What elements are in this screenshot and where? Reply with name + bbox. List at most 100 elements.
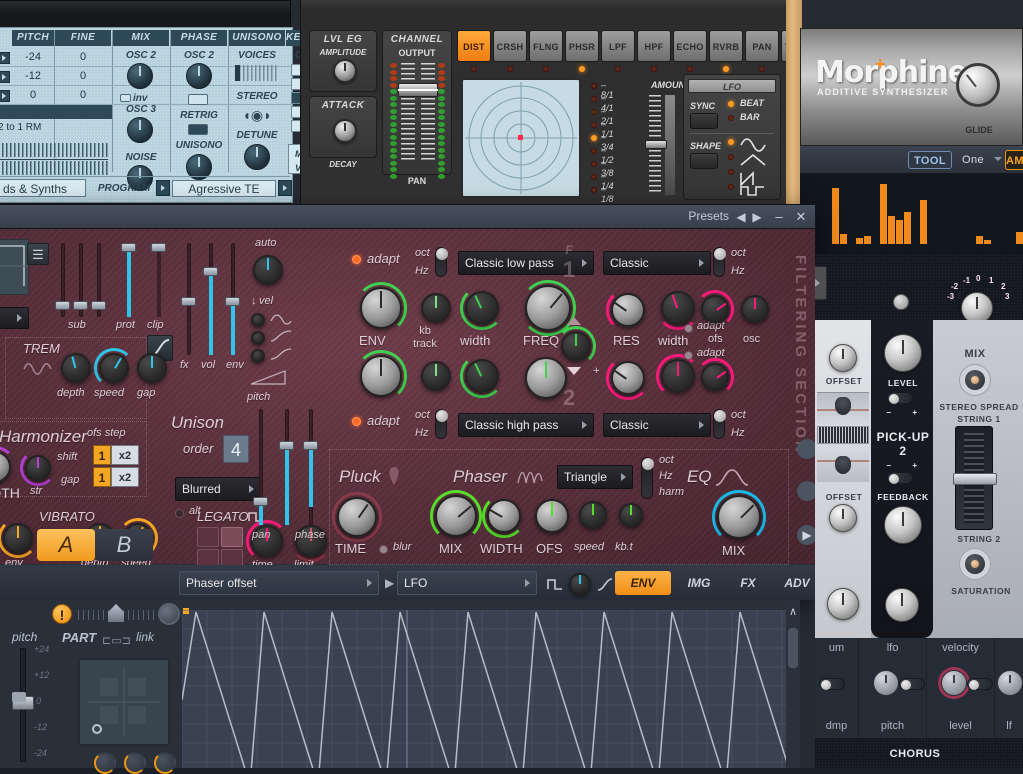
unison-pitch-thumb[interactable] bbox=[279, 441, 294, 450]
envelope-display[interactable] bbox=[0, 239, 29, 295]
pluck-blur-radio[interactable] bbox=[379, 545, 388, 554]
minimize-button[interactable]: – bbox=[771, 209, 787, 225]
param-dropdown[interactable]: Phaser offset bbox=[179, 571, 379, 595]
rate-led-1-2[interactable] bbox=[591, 148, 597, 154]
sylenth-phase-osc2-knob[interactable] bbox=[186, 63, 212, 89]
mod-switch-pitch[interactable] bbox=[899, 678, 925, 690]
chevron-down-icon[interactable] bbox=[994, 157, 1002, 161]
mod-knob-lf[interactable] bbox=[997, 670, 1023, 696]
tab-b[interactable]: B bbox=[95, 529, 153, 561]
legato-mode-1[interactable] bbox=[197, 527, 219, 547]
bar-led[interactable] bbox=[728, 115, 734, 121]
filter1-env-knob[interactable] bbox=[360, 287, 402, 329]
fl-knob-3[interactable] bbox=[154, 752, 176, 774]
prot-thumb[interactable] bbox=[121, 243, 136, 252]
phaser-width-knob[interactable] bbox=[487, 499, 521, 533]
unison-mode-dropdown[interactable]: Blurred bbox=[175, 477, 261, 501]
sylenth-retrig-toggle[interactable] bbox=[188, 124, 208, 135]
effect-led-phsr[interactable] bbox=[579, 66, 585, 72]
effect-led-lpf[interactable] bbox=[615, 66, 621, 72]
step-shape-icon[interactable] bbox=[547, 576, 563, 592]
sylenth-program-next[interactable] bbox=[278, 180, 292, 196]
harmonizer-str-knob[interactable] bbox=[25, 455, 51, 481]
filter1-res-knob[interactable] bbox=[611, 293, 645, 327]
unison-order-value[interactable]: 4 bbox=[223, 435, 249, 463]
rate-led-1-8[interactable] bbox=[591, 187, 597, 193]
window-titlebar[interactable]: Presets ◀ ▶ – ✕ bbox=[0, 205, 815, 229]
effect-led-echo[interactable] bbox=[687, 66, 693, 72]
sylenth-bank-field[interactable]: ds & Synths bbox=[0, 179, 86, 197]
trem-speed-knob[interactable] bbox=[99, 353, 129, 383]
gray-extra-knob-2[interactable] bbox=[885, 588, 919, 622]
spectrum-display[interactable] bbox=[800, 174, 1023, 254]
effect-tab-hpf[interactable]: HPF bbox=[637, 30, 671, 62]
pluck-time-knob[interactable] bbox=[337, 497, 377, 537]
lfo-shape-icon[interactable]: ∧ bbox=[786, 602, 800, 622]
shift-value[interactable]: 1 bbox=[93, 445, 111, 465]
filter2-freq-knob[interactable] bbox=[525, 357, 567, 399]
tab-env[interactable]: ENV bbox=[615, 571, 671, 595]
sub-thumb-1[interactable] bbox=[55, 301, 70, 310]
mod-switch-level[interactable] bbox=[967, 678, 993, 690]
rate-led-1-4[interactable] bbox=[591, 174, 597, 180]
gap-value[interactable]: 1 bbox=[93, 467, 111, 487]
rate-led-1-1[interactable] bbox=[591, 122, 597, 128]
source-dropdown[interactable]: LFO bbox=[397, 571, 537, 595]
sylenth-voices-bar[interactable] bbox=[235, 65, 279, 81]
harmonizer-width-knob[interactable] bbox=[0, 451, 11, 483]
preset-prev-icon[interactable]: ◀ bbox=[735, 210, 747, 224]
filter2-adapt-radio[interactable] bbox=[352, 417, 361, 426]
sync-button[interactable] bbox=[690, 113, 718, 129]
filter-routing-knob[interactable] bbox=[561, 331, 591, 361]
shift-mult[interactable]: x2 bbox=[111, 445, 139, 465]
filter2-right-toggle[interactable] bbox=[713, 409, 725, 439]
fl-xy-handle[interactable] bbox=[92, 724, 102, 734]
auto-knob[interactable] bbox=[253, 255, 283, 285]
options-button[interactable] bbox=[893, 294, 909, 310]
unison-pan-thumb[interactable] bbox=[253, 497, 268, 506]
env-thumb[interactable] bbox=[225, 297, 240, 306]
part-led[interactable]: ! bbox=[52, 604, 72, 624]
pickup-position-2[interactable] bbox=[817, 448, 869, 482]
string-fader-cap[interactable] bbox=[953, 473, 997, 485]
effect-led-flng[interactable] bbox=[543, 66, 549, 72]
effect-led-crsh[interactable] bbox=[507, 66, 513, 72]
amplitude-knob[interactable] bbox=[333, 59, 357, 83]
fl-knob-1[interactable] bbox=[94, 752, 116, 774]
unison-phase-thumb[interactable] bbox=[303, 441, 318, 450]
legato-mode-2[interactable] bbox=[221, 527, 243, 547]
mod-knob-level[interactable] bbox=[941, 670, 967, 696]
string-fader[interactable] bbox=[955, 426, 993, 530]
lfo-envelope-graph[interactable]: ∧ bbox=[182, 600, 800, 768]
phaser-kbt-knob[interactable] bbox=[619, 503, 643, 527]
sylenth-fine-2[interactable]: 0 bbox=[55, 70, 111, 82]
effect-tab-lpf[interactable]: LPF bbox=[601, 30, 635, 62]
effect-tab-rvrb[interactable]: RVRB bbox=[709, 30, 743, 62]
saturation-pot[interactable] bbox=[959, 548, 991, 580]
sylenth-program-prev[interactable] bbox=[156, 180, 170, 196]
shape-button[interactable] bbox=[690, 153, 718, 169]
sub-thumb-3[interactable] bbox=[91, 301, 106, 310]
effect-tab-flng[interactable]: FLNG bbox=[529, 30, 563, 62]
offset-knob-bottom[interactable] bbox=[829, 504, 857, 532]
filter1-osc-knob[interactable] bbox=[741, 295, 769, 323]
attack-knob[interactable] bbox=[333, 119, 357, 143]
effect-led-pan[interactable] bbox=[759, 66, 765, 72]
glide-knob[interactable] bbox=[956, 63, 1000, 107]
shape-saw-led[interactable] bbox=[728, 169, 734, 175]
shape-sine-led[interactable] bbox=[728, 139, 734, 145]
presets-label[interactable]: Presets bbox=[688, 209, 729, 223]
mod-knob-pitch[interactable] bbox=[873, 670, 899, 696]
gap-mult[interactable]: x2 bbox=[111, 467, 139, 487]
effect-tab-dist[interactable]: DIST bbox=[457, 30, 491, 62]
filter1-oct-hz-toggle[interactable] bbox=[435, 247, 447, 277]
tool-button[interactable]: TOOL bbox=[908, 151, 952, 169]
trem-depth-knob[interactable] bbox=[61, 353, 91, 383]
res2-type-dropdown[interactable]: Classic bbox=[603, 413, 711, 437]
feedback-knob[interactable] bbox=[884, 506, 922, 544]
beat-led[interactable] bbox=[728, 101, 734, 107]
filter1-reswidth-knob[interactable] bbox=[661, 291, 695, 325]
effect-tab-phsr[interactable]: PHSR bbox=[565, 30, 599, 62]
sylenth-pitch-1[interactable]: -24 bbox=[12, 51, 54, 63]
filter2-ofs-knob[interactable] bbox=[701, 363, 729, 391]
